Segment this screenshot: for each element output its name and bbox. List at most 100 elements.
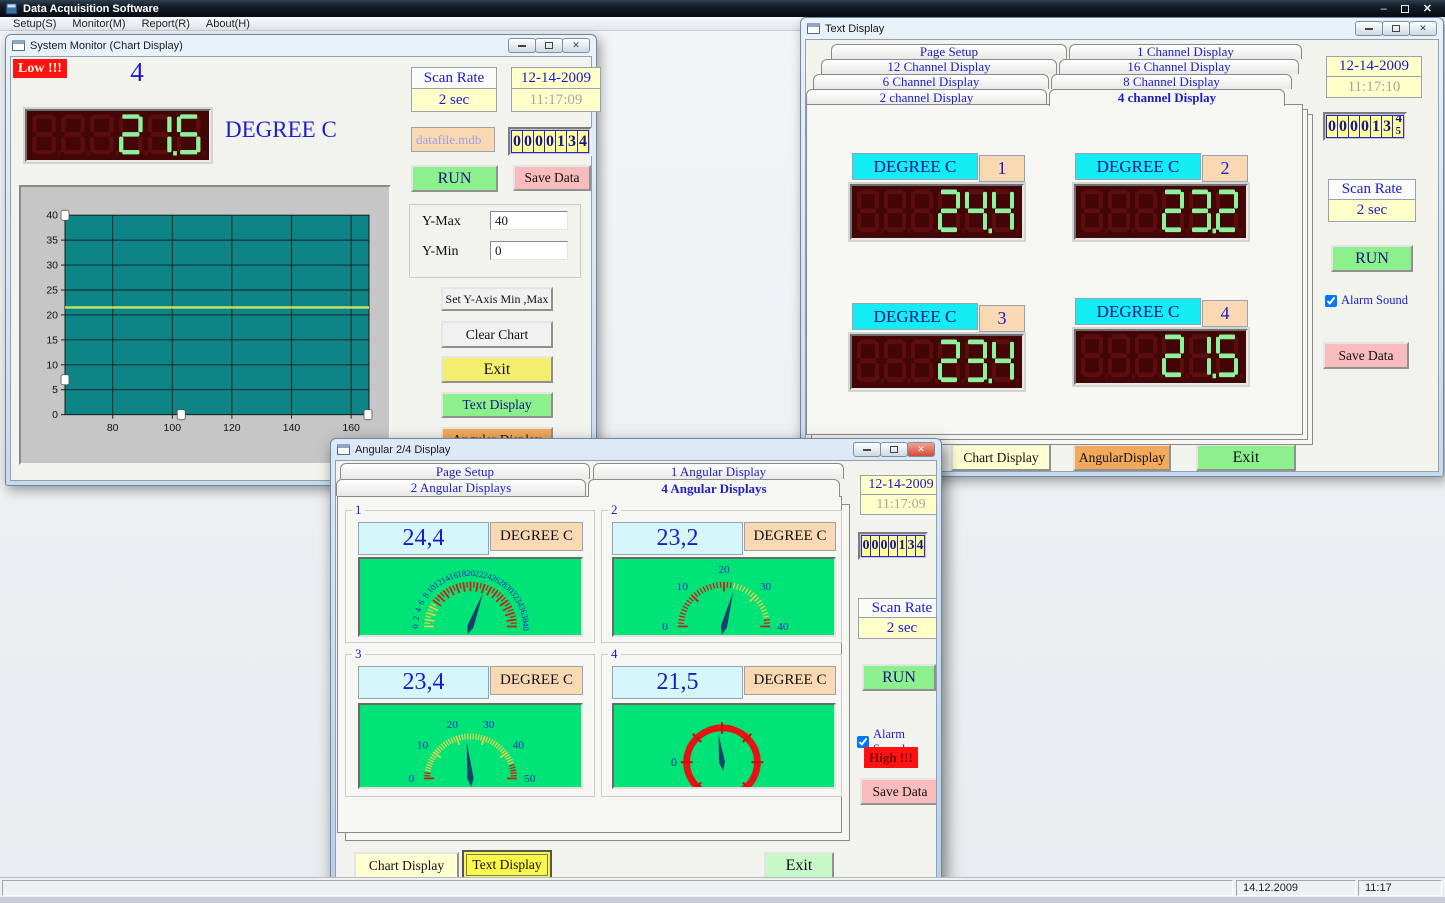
menu-setup[interactable]: Setup(S) (6, 18, 63, 30)
run-button[interactable]: RUN (411, 165, 498, 192)
close-icon[interactable]: ✕ (1409, 21, 1437, 36)
angular-display-titlebar[interactable]: Angular 2/4 Display ✕ (331, 439, 941, 460)
svg-text:0: 0 (408, 773, 414, 785)
tab-12-channel[interactable]: 12 Channel Display (821, 59, 1057, 74)
system-monitor-window: System Monitor (Chart Display) ✕ Low !!!… (5, 34, 601, 486)
save-data-button[interactable]: Save Data (860, 778, 936, 805)
minimize-icon[interactable] (508, 38, 536, 53)
tab-4-channel[interactable]: 4 channel Display (1049, 89, 1285, 106)
form-icon (12, 40, 25, 51)
gauge-3-unit: DEGREE C (490, 666, 583, 695)
set-yaxis-button[interactable]: Set Y-Axis Min ,Max (441, 287, 553, 311)
minimize-icon[interactable] (1355, 21, 1383, 36)
system-monitor-titlebar[interactable]: System Monitor (Chart Display) ✕ (6, 35, 596, 56)
tab-1-angular[interactable]: 1 Angular Display (593, 463, 844, 479)
run-button[interactable]: RUN (1331, 245, 1413, 272)
minimize-icon[interactable]: – (1381, 3, 1387, 15)
system-monitor-client: Low !!! 4 DEGREE C 0 5 10 15 20 25 30 35 40 80 100… (10, 56, 601, 481)
svg-text:15: 15 (46, 334, 58, 346)
run-button[interactable]: RUN (862, 664, 936, 691)
text-display-titlebar[interactable]: Text Display ✕ (801, 18, 1443, 39)
svg-text:0: 0 (662, 621, 668, 633)
ymin-input[interactable] (490, 241, 568, 260)
gauge-3-group: 3 23,4 DEGREE C 0 10 20 30 40 50 (345, 646, 595, 797)
four-angular-page: 1 24,4 DEGREE C 0 2 4 6 8 10 12 14 16 18 20 22 24 26 2… (337, 496, 842, 833)
exit-button[interactable]: Exit (1196, 444, 1296, 471)
trend-chart[interactable]: 0 5 10 15 20 25 30 35 40 80 100 120 140 160 (21, 187, 389, 463)
channel-1-display (850, 184, 1024, 240)
gauge-2-dial: 0 10 20 30 40 (612, 557, 836, 637)
tab-8-channel[interactable]: 8 Channel Display (1051, 74, 1292, 89)
save-data-button[interactable]: Save Data (1323, 342, 1409, 369)
menu-about[interactable]: About(H) (199, 18, 257, 30)
statusbar: 14.12.2009 11:17 (0, 877, 1445, 897)
form-icon (337, 444, 350, 455)
close-icon[interactable]: ✕ (907, 442, 935, 457)
restore-icon[interactable] (880, 442, 908, 457)
date-display: 12-14-2009 (1326, 56, 1422, 77)
tab-2-channel[interactable]: 2 channel Display (806, 89, 1047, 105)
save-data-button[interactable]: Save Data (513, 165, 591, 191)
menu-report[interactable]: Report(R) (135, 18, 197, 30)
svg-text:40: 40 (521, 622, 531, 631)
svg-text:40: 40 (777, 621, 789, 633)
tab-2-angular[interactable]: 2 Angular Displays (336, 479, 586, 496)
svg-text:30: 30 (483, 719, 495, 731)
minimize-icon[interactable] (853, 442, 881, 457)
channel-2-display (1074, 184, 1248, 240)
gauge-4-dial: 0 (612, 703, 836, 803)
gauge-2-number: 2 (608, 502, 621, 518)
restore-icon[interactable] (1382, 21, 1410, 36)
svg-text:80: 80 (107, 422, 119, 434)
channel-2-number: 2 (1202, 155, 1248, 182)
sample-counter: 00001345 (1323, 112, 1407, 141)
datafile-field[interactable]: datafile.mdb (411, 127, 495, 152)
alarm-sound-input[interactable] (1325, 294, 1337, 307)
svg-text:10: 10 (46, 359, 58, 371)
main-titlebar[interactable]: Data Acquisition Software – ✕ (0, 0, 1445, 17)
tab-16-channel[interactable]: 16 Channel Display (1059, 59, 1299, 74)
close-icon[interactable]: ✕ (562, 38, 590, 53)
svg-text:50: 50 (524, 773, 536, 785)
time-display: 11:17:09 (511, 88, 601, 112)
alarm-sound-checkbox[interactable]: Alarm Sound (1325, 293, 1408, 308)
svg-text:20: 20 (718, 564, 730, 576)
clear-chart-button[interactable]: Clear Chart (441, 321, 553, 348)
chart-area[interactable]: 0 5 10 15 20 25 30 35 40 80 100 120 140 160 (19, 185, 391, 465)
svg-text:25: 25 (46, 284, 58, 296)
text-display-window: Text Display ✕ Page Setup 1 Channel Disp… (800, 17, 1444, 477)
svg-text:10: 10 (417, 740, 429, 752)
angular-display-button[interactable]: AngularDisplay (1073, 444, 1171, 471)
tab-page-setup[interactable]: Page Setup (340, 463, 590, 479)
ymax-input[interactable] (490, 211, 568, 230)
restore-icon[interactable] (1400, 4, 1409, 13)
gauge-2-group: 2 23,2 DEGREE C 0 10 20 30 40 (601, 502, 842, 643)
svg-text:0: 0 (671, 756, 677, 769)
gauge-4-group: 4 21,5 DEGREE C 0 (601, 646, 842, 803)
channel-3-display (850, 334, 1024, 390)
scan-rate-value: 2 sec (858, 617, 936, 639)
restore-icon[interactable] (535, 38, 563, 53)
chart-display-button[interactable]: Chart Display (951, 444, 1051, 471)
menu-monitor[interactable]: Monitor(M) (65, 18, 132, 30)
close-icon[interactable]: ✕ (1423, 2, 1432, 15)
tab-1-channel[interactable]: 1 Channel Display (1069, 44, 1302, 59)
alarm-sound-label: Alarm Sound (1341, 293, 1409, 307)
text-display-button[interactable]: Text Display (462, 850, 552, 880)
svg-text:30: 30 (46, 260, 58, 272)
exit-button[interactable]: Exit (764, 852, 834, 879)
tab-page-setup[interactable]: Page Setup (831, 44, 1067, 59)
exit-button[interactable]: Exit (441, 356, 553, 383)
scan-rate-label: Scan Rate (411, 67, 497, 89)
svg-text:35: 35 (46, 235, 58, 247)
form-icon (807, 23, 820, 34)
main-seven-segment-display (25, 109, 211, 162)
tab-4-angular[interactable]: 4 Angular Displays (588, 479, 840, 497)
text-display-button[interactable]: Text Display (441, 392, 553, 418)
system-monitor-title: System Monitor (Chart Display) (30, 39, 183, 52)
tab-6-channel[interactable]: 6 Channel Display (813, 74, 1049, 89)
svg-text:20: 20 (447, 719, 459, 731)
angular-display-client: Page Setup 1 Angular Display 2 Angular D… (335, 460, 937, 881)
gauge-1-value: 24,4 (358, 522, 489, 555)
chart-display-button[interactable]: Chart Display (354, 852, 459, 879)
